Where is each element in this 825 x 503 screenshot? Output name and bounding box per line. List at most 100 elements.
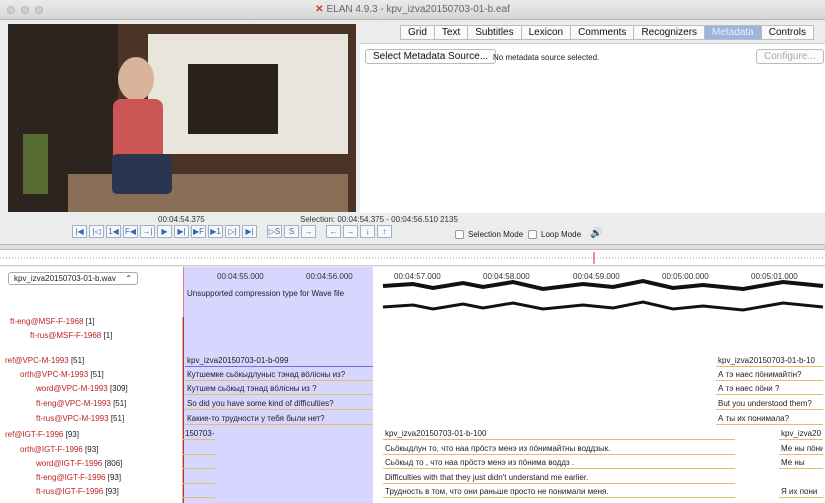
annotation[interactable]: Difficulties with that they just didn't …	[383, 472, 735, 484]
annotation[interactable]: Трудность в том, что они раньше просто н…	[383, 486, 735, 498]
tab-bar: Grid Text Subtitles Lexicon Comments Rec…	[400, 25, 814, 40]
annotation[interactable]: Я их пони	[779, 486, 823, 498]
annotation[interactable]: Сьӧкыдлун то, что наа прӧстэ менэ из пӧн…	[383, 443, 735, 455]
play-selection-button[interactable]: ▶|	[174, 225, 189, 238]
selection-start-button[interactable]: ▷S	[267, 225, 282, 238]
video-image	[8, 24, 356, 212]
loop-mode-checkbox[interactable]: Loop Mode	[528, 230, 581, 239]
previous-pixel-button[interactable]: F◀	[123, 225, 138, 238]
annotation[interactable]: kpv_izva20150703-01-b-099	[185, 355, 373, 367]
tier-label: ref@IGT-F-1996	[5, 430, 64, 439]
tier-name[interactable]: word@IGT-F-1996 [806]	[36, 459, 122, 473]
tier-name[interactable]: ref@IGT-F-1996 [93]	[5, 430, 79, 444]
tab-grid[interactable]: Grid	[400, 25, 434, 40]
annotation-fragment[interactable]	[183, 472, 215, 484]
annotation[interactable]: А ты их понимала?	[716, 413, 823, 425]
annotation-down-button[interactable]: ↓	[360, 225, 375, 238]
tier-label: word@IGT-F-1996	[36, 459, 103, 468]
tier-name[interactable]: ft-rus@MSF-F-1968 [1]	[30, 331, 112, 345]
tier-name[interactable]: ft-eng@VPC-M-1993 [51]	[36, 399, 126, 413]
annotation[interactable]: Кутшемке сьӧкыдлуныс тэнад вӧлісны из?	[185, 369, 373, 381]
annotation[interactable]: Ме ны пӧни	[779, 443, 823, 455]
tier-name[interactable]: ref@VPC-M-1993 [51]	[5, 356, 84, 370]
play-button[interactable]: ▶	[157, 225, 172, 238]
tab-lexicon[interactable]: Lexicon	[520, 25, 571, 40]
tier-count: [806]	[104, 459, 123, 468]
next-frame-button[interactable]: ▶1	[208, 225, 223, 238]
wave-tick-2: 00:04:56.000	[306, 272, 353, 281]
tier-count: [51]	[113, 399, 127, 408]
selection-end-button[interactable]: S	[284, 225, 299, 238]
tier-name[interactable]: orth@IGT-F-1996 [93]	[20, 445, 98, 459]
configure-button[interactable]: Configure...	[756, 49, 824, 64]
go-to-end-button[interactable]: ▶|	[242, 225, 257, 238]
waveform-panel: kpv_izva20150703-01-b.wav ⌃ 00:04:55.000 …	[0, 267, 825, 317]
previous-second-button[interactable]: |◁	[89, 225, 104, 238]
tier-count: [309]	[109, 384, 128, 393]
tier-count: [93]	[107, 473, 122, 482]
annotation-fragment[interactable]	[183, 486, 215, 498]
annotation[interactable]: But you understood them?	[716, 398, 823, 410]
tier-name[interactable]: word@VPC-M-1993 [309]	[36, 384, 128, 398]
elan-logo-icon: ✕	[315, 4, 324, 15]
tier-name[interactable]: ft-rus@IGT-F-1996 [93]	[36, 487, 119, 501]
select-metadata-source-button[interactable]: Select Metadata Source...	[365, 49, 497, 64]
tab-subtitles[interactable]: Subtitles	[467, 25, 521, 40]
annotation[interactable]: Кутшем сьӧкыд тэнад вӧлісны из ?	[185, 383, 373, 395]
next-second-button[interactable]: ▷|	[225, 225, 240, 238]
timeline-overview[interactable]	[0, 250, 825, 266]
loop-mode-box[interactable]	[528, 230, 537, 239]
tab-recognizers[interactable]: Recognizers	[633, 25, 705, 40]
wave-tick-3: 00:04:57.000	[394, 272, 441, 281]
previous-frame-button[interactable]: 1◀	[106, 225, 121, 238]
overview-ruler	[0, 252, 825, 264]
annotation-left-button[interactable]: ←	[326, 225, 341, 238]
annotation[interactable]: So did you have some kind of difficultie…	[185, 398, 373, 410]
annotation[interactable]: Ме ны	[779, 457, 823, 469]
tier-label: ref@VPC-M-1993	[5, 356, 69, 365]
tier-name[interactable]: ft-eng@IGT-F-1996 [93]	[36, 473, 121, 487]
title-bar: ✕ ELAN 4.9.3 - kpv_izva20150703-01-b.eaf	[0, 0, 825, 20]
tier-label: orth@IGT-F-1996	[20, 445, 83, 454]
tier-count: [93]	[65, 430, 79, 439]
window-title: ✕ ELAN 4.9.3 - kpv_izva20150703-01-b.eaf	[0, 4, 825, 15]
audio-file-select[interactable]: kpv_izva20150703-01-b.wav ⌃	[8, 272, 138, 285]
next-pixel-button[interactable]: ▶F	[191, 225, 206, 238]
wave-tick-5: 00:04:59.000	[573, 272, 620, 281]
annotation[interactable]: kpv_izva20150703-01-b-100	[383, 428, 735, 440]
wave-tick-4: 00:04:58.000	[483, 272, 530, 281]
annotation[interactable]: kpv_izva20	[779, 428, 823, 440]
play-selection-back-button[interactable]: →|	[140, 225, 155, 238]
tier-name[interactable]: ft-rus@VPC-M-1993 [51]	[36, 414, 124, 428]
tab-comments[interactable]: Comments	[570, 25, 634, 40]
tab-text[interactable]: Text	[433, 25, 468, 40]
metadata-hint: No metadata source selected.	[493, 53, 600, 62]
current-time: 00:04:54.375	[158, 215, 205, 224]
tier-name[interactable]: ft-eng@MSF-F-1968 [1]	[10, 317, 95, 331]
annotation[interactable]: Какие-то трудности у тебя были нет?	[185, 413, 373, 425]
tab-metadata[interactable]: Metadata	[704, 25, 761, 40]
tier-count: [51]	[70, 356, 85, 365]
annotation[interactable]: Сьӧкыд то , что наа прӧстэ менэ из пӧним…	[383, 457, 735, 469]
annotation-fragment[interactable]	[183, 443, 215, 455]
annotation-up-button[interactable]: ↑	[377, 225, 392, 238]
tier-label: ft-rus@VPC-M-1993	[36, 414, 109, 423]
annotation[interactable]: kpv_izva20150703-01-b-10	[716, 355, 823, 367]
go-to-begin-button[interactable]: |◀	[72, 225, 87, 238]
tier-name[interactable]: orth@VPC-M-1993 [51]	[20, 370, 104, 384]
tier-label: word@VPC-M-1993	[36, 384, 108, 393]
annotation-right-button[interactable]: →	[343, 225, 358, 238]
tier-count: [93]	[105, 487, 119, 496]
selection-mode-box[interactable]	[455, 230, 464, 239]
annotation-fragment[interactable]	[183, 457, 215, 469]
annotation[interactable]: А тэ наес пӧнимайтін?	[716, 369, 823, 381]
wave-tick-7: 00:05:01.000	[751, 272, 798, 281]
selection-mode-checkbox[interactable]: Selection Mode	[455, 230, 523, 239]
annotation[interactable]: А тэ наес пӧни ?	[716, 383, 823, 395]
select-arrows-icon: ⌃	[125, 274, 132, 283]
volume-icon[interactable]: 🔊	[590, 228, 602, 239]
clear-selection-button[interactable]: →	[301, 225, 316, 238]
annotation-grid: kpv_izva20150703-01-b-099 kpv_izva201507…	[183, 317, 825, 503]
tab-controls[interactable]: Controls	[760, 25, 814, 40]
annotation[interactable]: 150703-	[183, 428, 215, 440]
